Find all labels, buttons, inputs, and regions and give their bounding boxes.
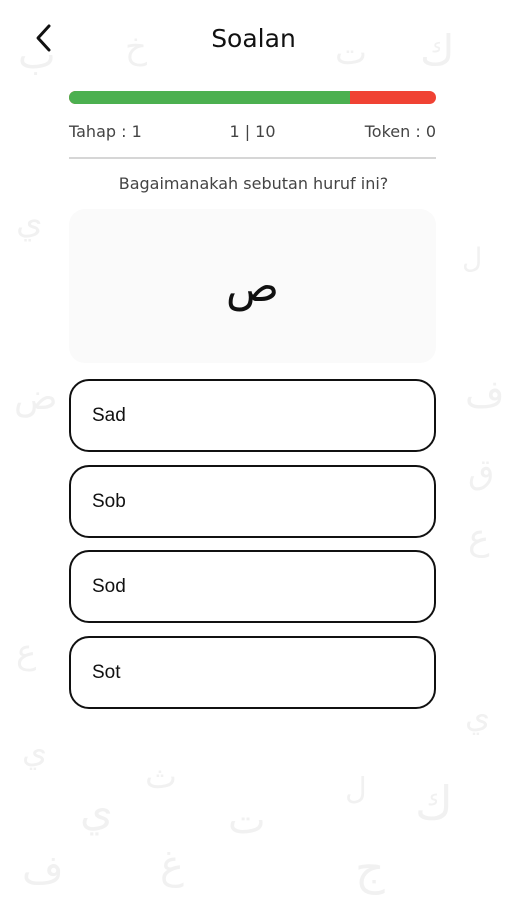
- background-glyph: ع: [468, 517, 490, 558]
- answer-label: Sad: [92, 405, 126, 426]
- background-glyph: ج: [355, 841, 385, 895]
- stats-row: Tahap : 1 1 | 10 Token : 0: [69, 122, 436, 144]
- answer-label: Sod: [92, 576, 126, 597]
- progress-bar: [69, 91, 436, 104]
- arabic-letter: ص: [225, 260, 280, 312]
- answer-option-sot[interactable]: Sot: [69, 636, 436, 709]
- background-glyph: ع: [16, 632, 37, 672]
- answer-option-sod[interactable]: Sod: [69, 550, 436, 623]
- background-glyph: ض: [14, 377, 58, 418]
- answer-option-sad[interactable]: Sad: [69, 379, 436, 452]
- question-prompt: Bagaimanakah sebutan huruf ini?: [118, 174, 389, 193]
- progress-fill: [69, 91, 351, 104]
- letter-card: ص: [69, 209, 436, 363]
- background-glyph: ي: [22, 732, 48, 770]
- background-glyph: ك: [415, 776, 453, 830]
- background-glyph: ت: [228, 797, 266, 843]
- background-glyph: غ: [160, 842, 184, 888]
- background-glyph: ي: [465, 697, 491, 735]
- background-glyph: ي: [80, 786, 113, 835]
- background-glyph: ل: [462, 242, 483, 275]
- page-title: Soalan: [211, 24, 296, 53]
- background-glyph: ف: [22, 847, 64, 893]
- answer-label: Sob: [92, 491, 126, 512]
- divider: [69, 157, 436, 159]
- background-glyph: ف: [465, 372, 505, 416]
- answer-option-sob[interactable]: Sob: [69, 465, 436, 538]
- background-glyph: ق: [468, 452, 495, 492]
- token-counter: Token : 0: [364, 122, 436, 141]
- background-glyph: ث: [145, 757, 178, 797]
- answer-label: Sot: [92, 662, 121, 683]
- background-glyph: ي: [16, 202, 43, 242]
- background-glyph: ل: [345, 772, 367, 807]
